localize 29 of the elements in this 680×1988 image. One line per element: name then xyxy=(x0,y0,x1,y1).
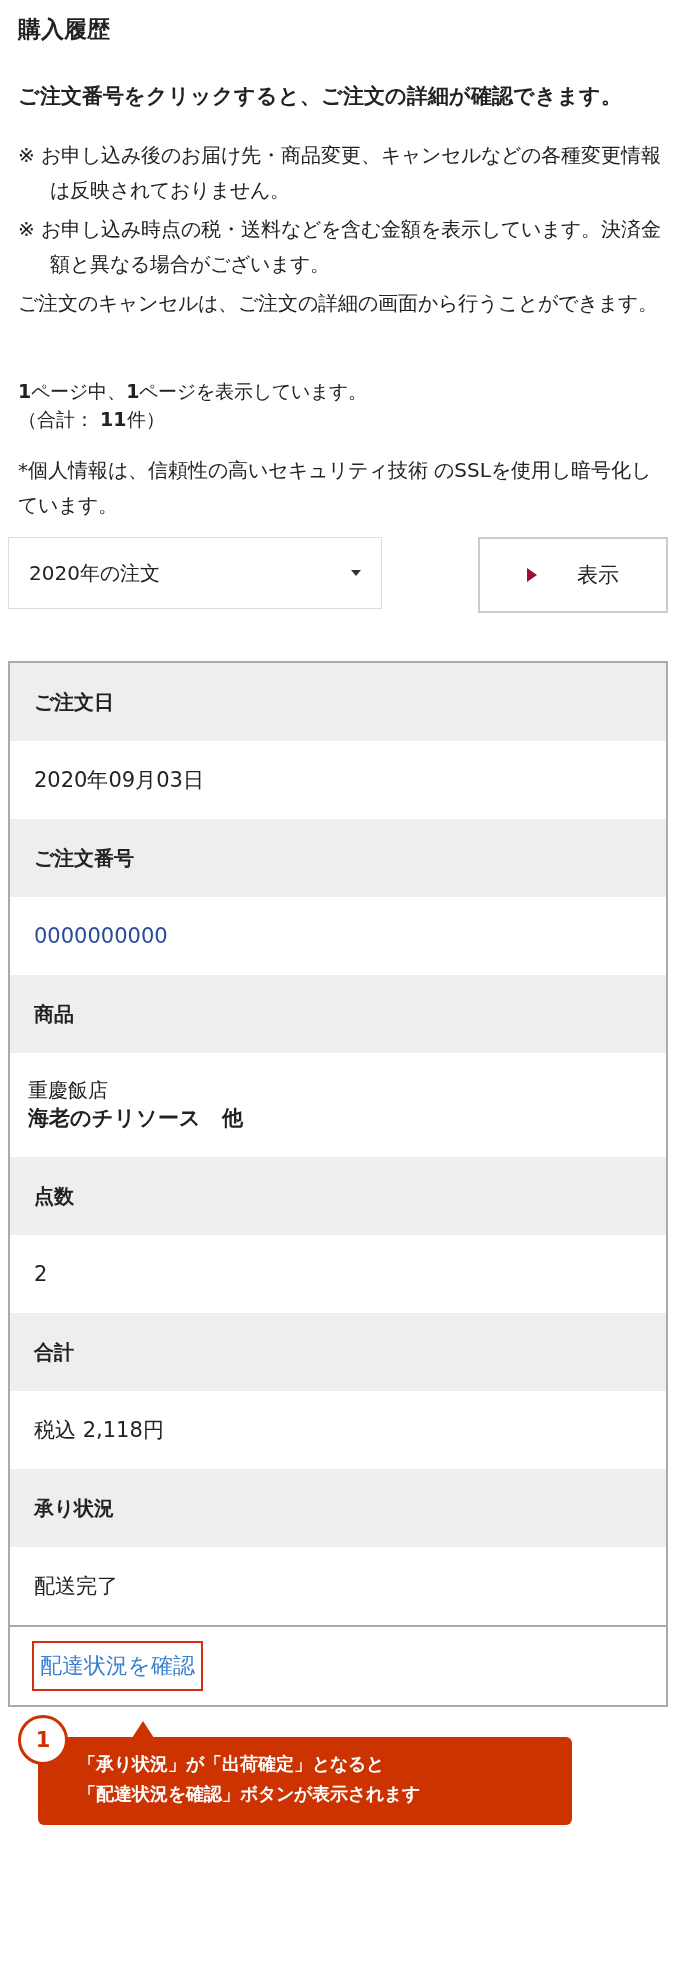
field-value: 2020年09月03日 xyxy=(34,767,204,794)
order-number-link[interactable]: 0000000000 xyxy=(34,924,168,948)
field-value: 2 xyxy=(34,1262,48,1286)
field-label: 承り状況 xyxy=(34,1494,114,1522)
note-text: ※ お申し込み時点の税・送料などを含む金額を表示しています。決済金額と異なる場合がございます。 xyxy=(18,216,663,278)
shop-name: 重慶飯店 xyxy=(28,1077,108,1103)
field-label: 合計 xyxy=(34,1338,74,1366)
tracking-link[interactable]: 配達状況を確認 xyxy=(32,1641,203,1691)
callout-text: 「配達状況を確認」ボタンが表示されます xyxy=(78,1782,421,1806)
year-select[interactable]: 2020年の注文 xyxy=(8,537,382,609)
ssl-note: *個人情報は、信頼性の高いセキュリティ技術 のSSLを使用し暗号化しています。 xyxy=(18,457,652,519)
instruction-text: ご注文番号をクリックすると、ご注文の詳細が確認できます。 xyxy=(18,83,623,110)
show-button[interactable]: 表示 xyxy=(478,537,668,613)
cancel-note: ご注文のキャンセルは、ご注文の詳細の画面から行うことができます。 xyxy=(18,290,659,317)
caret-icon xyxy=(351,570,361,576)
field-value: 配送完了 xyxy=(34,1573,118,1600)
field-value: 税込 2,118円 xyxy=(34,1417,164,1444)
product-name: 海老のチリソース 他 xyxy=(28,1105,243,1132)
page-title: 購入履歴 xyxy=(18,15,111,44)
note-text: ※ お申し込み後のお届け先・商品変更、キャンセルなどの各種変更情報は反映されておりません。 xyxy=(18,142,663,204)
field-label: 商品 xyxy=(34,1000,74,1028)
callout-text: 「承り状況」が「出荷確定」となると xyxy=(78,1752,385,1776)
total-count: （合計： 11件） xyxy=(18,407,166,432)
field-label: 点数 xyxy=(34,1182,74,1210)
field-label: ご注文番号 xyxy=(34,844,134,872)
page-info: 1ページ中、1ページを表示しています。 xyxy=(18,379,369,404)
play-icon xyxy=(527,568,537,582)
step-number: 1 xyxy=(18,1715,68,1765)
field-label: ご注文日 xyxy=(34,688,114,716)
